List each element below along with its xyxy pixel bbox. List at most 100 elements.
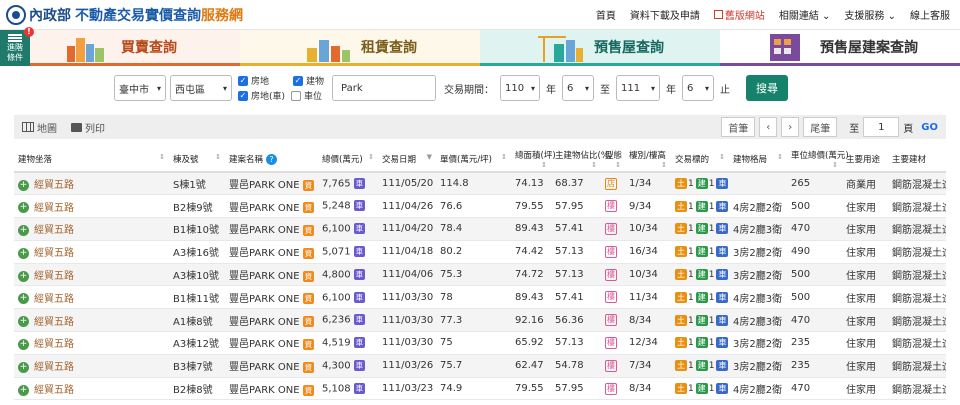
address-link[interactable]: 經貿五路 <box>34 317 74 328</box>
column-header[interactable]: 樓別/樓高 ⇕ <box>625 146 671 173</box>
advanced-conditions-button[interactable]: 進階 條件 ! <box>0 27 34 66</box>
check-parking[interactable]: 車位 <box>291 89 322 102</box>
next-page-button[interactable]: › <box>781 117 800 137</box>
expand-plus-icon[interactable]: + <box>18 338 29 350</box>
project-name[interactable]: 豐邑PARK ONE <box>229 203 300 214</box>
column-header[interactable]: 主建物佔比(%) ⇕ <box>551 146 612 173</box>
project-name[interactable]: 豐邑PARK ONE <box>229 339 300 350</box>
expand-plus-icon[interactable]: + <box>18 224 29 236</box>
tab-sale[interactable]: 買賣查詢 <box>0 30 240 66</box>
expand-plus-icon[interactable]: + <box>18 202 29 214</box>
column-header[interactable]: 型態 ⇕ <box>601 146 625 173</box>
from-month-select[interactable]: 6 ▾ <box>562 75 595 101</box>
to-month-select[interactable]: 6 ▾ <box>682 75 715 101</box>
go-button[interactable]: GO <box>921 122 938 133</box>
sort-icon[interactable]: ⇕ <box>832 161 838 169</box>
nav-home[interactable]: 首頁 <box>596 7 616 22</box>
help-icon[interactable]: ? <box>266 153 278 165</box>
nav-links[interactable]: 相關連結 ⌄ <box>779 7 831 22</box>
expand-plus-icon[interactable]: + <box>18 293 29 305</box>
table-row[interactable]: + 經貿五路 B3棟7號 豐邑PARK ONE 資 4,300 車 111/03/26 75.7… <box>14 354 946 378</box>
sort-icon[interactable]: ⇕ <box>368 153 374 161</box>
address-link[interactable]: 經貿五路 <box>34 248 74 259</box>
column-header[interactable]: 建物坐落 ⇕ <box>14 146 169 173</box>
check-building[interactable]: ✓ 建物 <box>293 74 324 87</box>
project-badge-icon[interactable]: 資 <box>302 361 315 373</box>
table-row[interactable]: + 經貿五路 B1棟10號 豐邑PARK ONE 資 6,100 車 111/04/20 78.… <box>14 217 946 241</box>
project-name[interactable]: 豐邑PARK ONE <box>229 225 300 236</box>
column-header[interactable]: 棟及號 ⇕ <box>169 146 225 173</box>
tab-presale[interactable]: 預售屋查詢 <box>480 30 720 66</box>
project-name[interactable]: 豐邑PARK ONE <box>229 248 300 259</box>
project-name[interactable]: 豐邑PARK ONE <box>229 362 300 373</box>
first-page-button[interactable]: 首筆 <box>721 117 756 137</box>
from-year-select[interactable]: 110 ▾ <box>500 75 541 101</box>
address-link[interactable]: 經貿五路 <box>34 271 74 282</box>
address-link[interactable]: 經貿五路 <box>34 294 74 305</box>
project-badge-icon[interactable]: 資 <box>302 179 315 191</box>
column-header[interactable]: 交易日期 ▼ <box>378 146 436 173</box>
sort-icon[interactable]: ⇕ <box>541 161 547 169</box>
page-input[interactable]: 1 <box>863 117 900 137</box>
column-header[interactable]: 交易標的 ⇕ <box>671 146 729 173</box>
project-badge-icon[interactable]: 資 <box>302 202 315 214</box>
project-name[interactable]: 豐邑PARK ONE <box>229 317 300 328</box>
search-button[interactable]: 搜尋 <box>746 75 789 101</box>
table-row[interactable]: + 經貿五路 A3棟16號 豐邑PARK ONE 資 5,071 車 111/04/18 80.… <box>14 240 946 264</box>
tab-presale-project[interactable]: 預售屋建案查詢 <box>720 30 960 66</box>
map-button[interactable]: 地圖 <box>22 120 57 135</box>
expand-plus-icon[interactable]: + <box>18 384 29 396</box>
column-header[interactable]: 總面積(坪) ⇕ <box>511 146 556 173</box>
check-land-house[interactable]: ✓ 房地 <box>238 74 269 87</box>
keyword-input[interactable]: Park <box>332 75 437 101</box>
last-page-button[interactable]: 尾筆 <box>803 117 838 137</box>
sort-icon[interactable]: ⇕ <box>215 153 221 161</box>
project-name[interactable]: 豐邑PARK ONE <box>229 385 300 396</box>
column-header[interactable]: 總價(萬元) ⇕ <box>318 146 378 173</box>
address-link[interactable]: 經貿五路 <box>34 203 74 214</box>
project-name[interactable]: 豐邑PARK ONE <box>229 180 300 191</box>
nav-online-service[interactable]: 線上客服 <box>910 7 950 22</box>
address-link[interactable]: 經貿五路 <box>34 339 74 350</box>
expand-plus-icon[interactable]: + <box>18 316 29 328</box>
column-header[interactable]: 單價(萬元/坪) ⇕ <box>436 146 511 173</box>
project-badge-icon[interactable]: 資 <box>302 316 315 328</box>
prev-page-button[interactable]: ‹ <box>759 117 778 137</box>
site-logo[interactable]: 內政部 不動產交易實價查詢 服務網 <box>6 4 243 25</box>
city-select[interactable]: 臺中市 ▾ <box>114 75 166 101</box>
expand-plus-icon[interactable]: + <box>18 247 29 259</box>
project-badge-icon[interactable]: 資 <box>302 338 315 350</box>
nav-download[interactable]: 資料下載及申請 <box>630 7 700 22</box>
nav-support[interactable]: 支援服務 ⌄ <box>844 7 896 22</box>
address-link[interactable]: 經貿五路 <box>34 225 74 236</box>
project-badge-icon[interactable]: 資 <box>302 293 315 305</box>
sort-icon[interactable]: ⇕ <box>719 153 725 161</box>
expand-plus-icon[interactable]: + <box>18 179 29 191</box>
check-land-house-parking[interactable]: ✓ 房地(車) <box>238 89 285 102</box>
project-badge-icon[interactable]: 資 <box>302 384 315 396</box>
address-link[interactable]: 經貿五路 <box>34 180 74 191</box>
nav-old-site[interactable]: 舊版網站 <box>713 7 765 22</box>
print-button[interactable]: 列印 <box>71 120 105 135</box>
sort-icon[interactable]: ⇕ <box>777 153 783 161</box>
to-year-select[interactable]: 111 ▾ <box>616 75 661 101</box>
column-header[interactable]: 車位總價(萬元) ⇕ <box>787 146 849 173</box>
project-name[interactable]: 豐邑PARK ONE <box>229 271 300 282</box>
sort-icon[interactable]: ▼ <box>427 153 432 161</box>
table-row[interactable]: + 經貿五路 B2棟8號 豐邑PARK ONE 資 5,108 車 111/03/23 74.9… <box>14 377 946 401</box>
sort-icon[interactable]: ⇕ <box>591 161 597 169</box>
sort-icon[interactable]: ⇕ <box>159 153 165 161</box>
table-row[interactable]: + 經貿五路 A3棟10號 豐邑PARK ONE 資 4,800 車 111/04/06 75.… <box>14 263 946 287</box>
expand-plus-icon[interactable]: + <box>18 270 29 282</box>
table-row[interactable]: + 經貿五路 A1棟8號 豐邑PARK ONE 資 6,236 車 111/03/30 77.3… <box>14 308 946 333</box>
district-select[interactable]: 西屯區 ▾ <box>170 75 232 101</box>
table-row[interactable]: + 經貿五路 B2棟9號 豐邑PARK ONE 資 5,248 車 111/04/26 76.6… <box>14 194 946 219</box>
address-link[interactable]: 經貿五路 <box>34 362 74 373</box>
tab-rent[interactable]: 租賃查詢 <box>240 30 480 66</box>
table-row[interactable]: + 經貿五路 S棟1號 豐邑PARK ONE 資 7,765 車 111/05/20 114.8… <box>14 172 946 196</box>
sort-icon[interactable]: ⇕ <box>615 161 621 169</box>
project-badge-icon[interactable]: 資 <box>302 224 315 236</box>
column-header[interactable]: 建物格局 ⇕ <box>729 146 787 173</box>
project-badge-icon[interactable]: 資 <box>302 270 315 282</box>
project-badge-icon[interactable]: 資 <box>302 247 315 259</box>
